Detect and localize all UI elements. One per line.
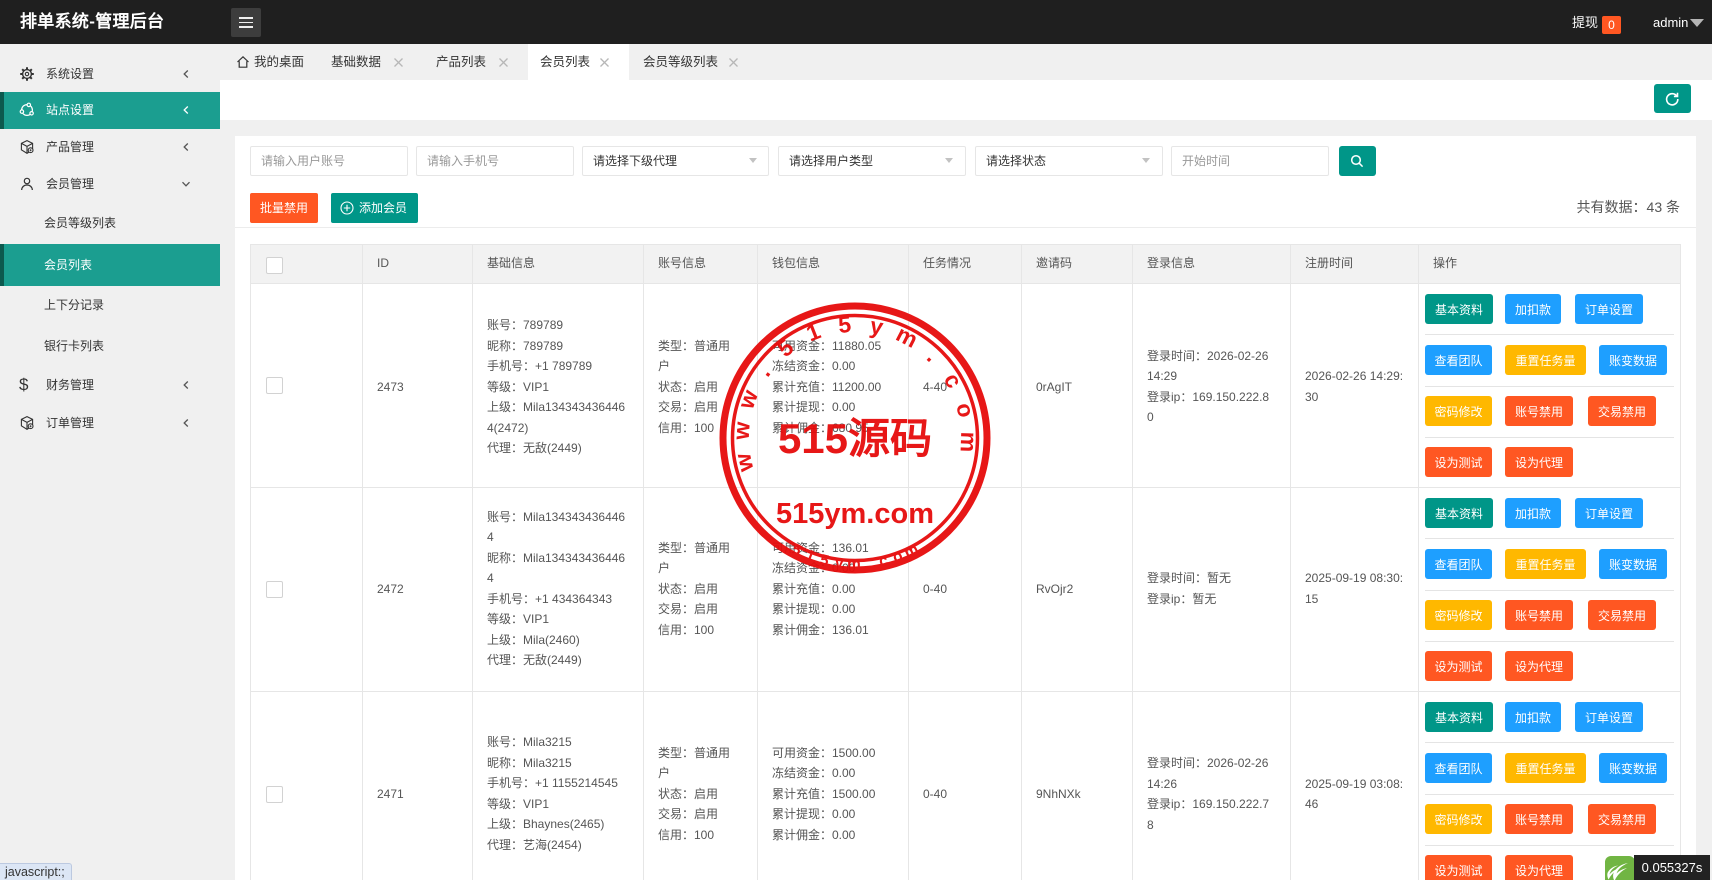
svg-text:m: m <box>956 431 983 452</box>
svg-text:m: m <box>847 556 861 573</box>
svg-text:w: w <box>728 421 755 442</box>
svg-text:.: . <box>866 555 872 572</box>
svg-text:515ym.com: 515ym.com <box>776 498 934 530</box>
svg-text:515源码: 515源码 <box>778 415 932 462</box>
svg-text:5: 5 <box>837 311 852 338</box>
svg-text:5: 5 <box>772 333 798 362</box>
svg-text:.: . <box>922 344 945 367</box>
svg-text:c: c <box>939 368 968 392</box>
